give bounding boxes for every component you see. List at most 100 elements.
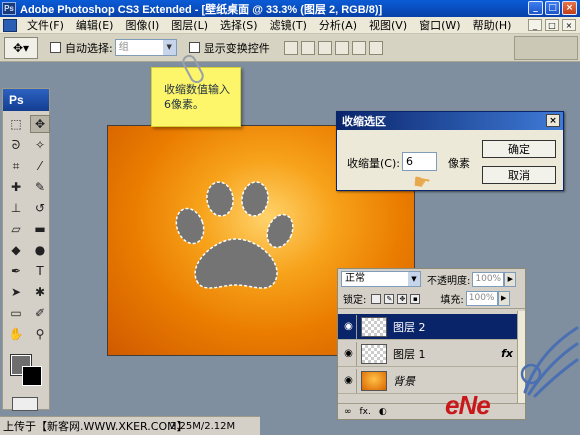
align-top-icon[interactable]: [283, 40, 298, 55]
menu-view[interactable]: 视图(V): [363, 17, 413, 33]
auto-select-label: 自动选择:: [65, 41, 113, 55]
eraser-tool-icon[interactable]: ▱: [6, 220, 26, 238]
paw-pad: [194, 238, 278, 289]
window-title: Adobe Photoshop CS3 Extended - [壁纸桌面 @ 3…: [20, 3, 383, 16]
minimize-button[interactable]: _: [528, 1, 543, 15]
lock-position-icon[interactable]: ✥: [397, 293, 408, 304]
lock-label: 锁定:: [343, 295, 367, 306]
cancel-button[interactable]: 取消: [482, 166, 556, 184]
maximize-button[interactable]: □: [545, 1, 560, 15]
align-right-icon[interactable]: [368, 40, 383, 55]
toolbox: Ps ⬚ ✥ ᘐ ✧ ⌗ ⁄ ✚ ✎ ⊥ ↺ ▱ ▬ ◆ ● ✒ T ➤ ✱ ▭ ✐ ✋ ⚲: [2, 88, 50, 411]
layer-thumbnail: [361, 370, 387, 391]
path-selection-tool-icon[interactable]: ➤: [6, 283, 26, 301]
dodge-tool-icon[interactable]: ●: [30, 241, 50, 259]
blur-tool-icon[interactable]: ◆: [6, 241, 26, 259]
layers-panel: 正常 不透明度: 100% ▶ 锁定: ✎ ✥ ▪ 填充: 100% ▶ ◉ 图…: [337, 268, 526, 420]
align-left-icon[interactable]: [334, 40, 349, 55]
doc-restore-button[interactable]: □: [545, 19, 559, 31]
marquee-tool-icon[interactable]: ⬚: [6, 115, 26, 133]
menu-file[interactable]: 文件(F): [21, 17, 70, 33]
layers-footer: ∞ fx. ◐: [338, 403, 525, 419]
lock-all-icon[interactable]: ▪: [410, 293, 421, 304]
menu-edit[interactable]: 编辑(E): [70, 17, 120, 33]
lock-transparency-icon[interactable]: [371, 293, 382, 304]
gradient-tool-icon[interactable]: ▬: [30, 220, 50, 238]
paw-toe-1: [175, 207, 205, 245]
pointing-hand-icon: ☛: [411, 168, 433, 196]
shape-tool-icon[interactable]: ✱: [30, 283, 50, 301]
type-tool-icon[interactable]: T: [30, 262, 50, 280]
window-controls: _ □ ×: [528, 1, 577, 15]
layers-lock-row: 锁定: ✎ ✥ ▪ 填充: 100% ▶: [338, 289, 525, 309]
history-brush-tool-icon[interactable]: ↺: [30, 199, 50, 217]
options-bar: ✥▾ 自动选择: 组 显示变换控件: [0, 34, 580, 62]
lock-pixels-icon[interactable]: ✎: [384, 293, 395, 304]
menu-layer[interactable]: 图层(L): [165, 17, 214, 33]
eyedropper-tool-2-icon[interactable]: ✐: [30, 304, 50, 322]
zoom-tool-icon[interactable]: ⚲: [30, 325, 50, 343]
link-layers-icon[interactable]: ∞: [344, 407, 352, 417]
opacity-arrow-icon[interactable]: ▶: [504, 271, 517, 287]
layer-row-2[interactable]: ◉ 图层 2: [338, 314, 525, 340]
title-bar: Ps Adobe Photoshop CS3 Extended - [壁纸桌面 …: [0, 0, 580, 17]
layer-effects-icon[interactable]: fx: [501, 347, 513, 360]
dialog-close-button[interactable]: ×: [546, 114, 560, 127]
move-tool-icon[interactable]: ✥▾: [4, 36, 38, 59]
fill-input[interactable]: 100%: [465, 291, 498, 306]
align-center-icon[interactable]: [351, 40, 366, 55]
pen-tool-icon[interactable]: ✒: [6, 262, 26, 280]
add-style-icon[interactable]: fx.: [360, 407, 371, 417]
magic-wand-tool-icon[interactable]: ✧: [30, 136, 50, 154]
healing-brush-tool-icon[interactable]: ✚: [6, 178, 26, 196]
brush-tool-icon[interactable]: ✎: [30, 178, 50, 196]
eyedropper-tool-icon[interactable]: ⁄: [30, 157, 50, 175]
color-swatches: [7, 353, 49, 393]
menu-image[interactable]: 图像(I): [119, 17, 165, 33]
background-color-swatch[interactable]: [22, 366, 42, 386]
ok-button[interactable]: 确定: [482, 140, 556, 158]
fill-label: 填充:: [440, 295, 464, 306]
quick-mask-button[interactable]: [12, 397, 38, 411]
show-transform-checkbox[interactable]: [188, 42, 200, 53]
align-buttons: [283, 40, 383, 55]
layer-row-background[interactable]: ◉ 背景: [338, 368, 525, 394]
auto-select-checkbox[interactable]: [50, 42, 61, 53]
hand-tool-icon[interactable]: ✋: [6, 325, 26, 343]
menu-help[interactable]: 帮助(H): [467, 17, 518, 33]
layer-thumbnail: [361, 316, 387, 337]
align-middle-icon[interactable]: [300, 40, 315, 55]
clone-stamp-tool-icon[interactable]: ⊥: [6, 199, 26, 217]
lasso-tool-icon[interactable]: ᘐ: [6, 136, 26, 154]
tool-grid: ⬚ ✥ ᘐ ✧ ⌗ ⁄ ✚ ✎ ⊥ ↺ ▱ ▬ ◆ ● ✒ T ➤ ✱ ▭ ✐ ✋ ⚲: [3, 111, 50, 347]
fill-arrow-icon[interactable]: ▶: [497, 291, 510, 306]
doc-minimize-button[interactable]: _: [528, 19, 542, 31]
align-bottom-icon[interactable]: [317, 40, 332, 55]
blend-mode-dropdown[interactable]: 正常: [341, 271, 421, 287]
move-tool-icon[interactable]: ✥: [30, 115, 50, 133]
layers-scrollbar[interactable]: [517, 311, 525, 403]
doc-close-button[interactable]: ×: [562, 19, 576, 31]
visibility-eye-icon[interactable]: ◉: [341, 368, 357, 393]
menu-select[interactable]: 选择(S): [214, 17, 264, 33]
menu-window[interactable]: 窗口(W): [413, 17, 466, 33]
menu-analysis[interactable]: 分析(A): [313, 17, 363, 33]
visibility-eye-icon[interactable]: ◉: [341, 341, 357, 366]
add-mask-icon[interactable]: ◐: [379, 407, 387, 417]
menu-bar: 文件(F) 编辑(E) 图像(I) 图层(L) 选择(S) 滤镜(T) 分析(A…: [0, 17, 580, 34]
auto-select-dropdown[interactable]: 组: [114, 39, 177, 56]
close-button[interactable]: ×: [562, 1, 577, 15]
opacity-input[interactable]: 100%: [472, 271, 505, 287]
layer-thumbnail: [361, 343, 387, 364]
crop-tool-icon[interactable]: ⌗: [6, 157, 26, 175]
contract-unit-label: 像素: [448, 157, 470, 170]
menu-filter[interactable]: 滤镜(T): [264, 17, 313, 33]
palette-well[interactable]: [514, 36, 578, 60]
document-icon[interactable]: [3, 18, 17, 32]
contract-selection-dialog: 收缩选区 × 收缩量(C): 6 像素 确定 取消: [336, 111, 564, 191]
layer-row-1[interactable]: ◉ 图层 1 fx: [338, 341, 525, 367]
toolbox-logo: Ps: [3, 89, 49, 111]
contract-amount-input[interactable]: 6: [402, 152, 437, 171]
visibility-eye-icon[interactable]: ◉: [341, 314, 357, 339]
notes-tool-icon[interactable]: ▭: [6, 304, 26, 322]
